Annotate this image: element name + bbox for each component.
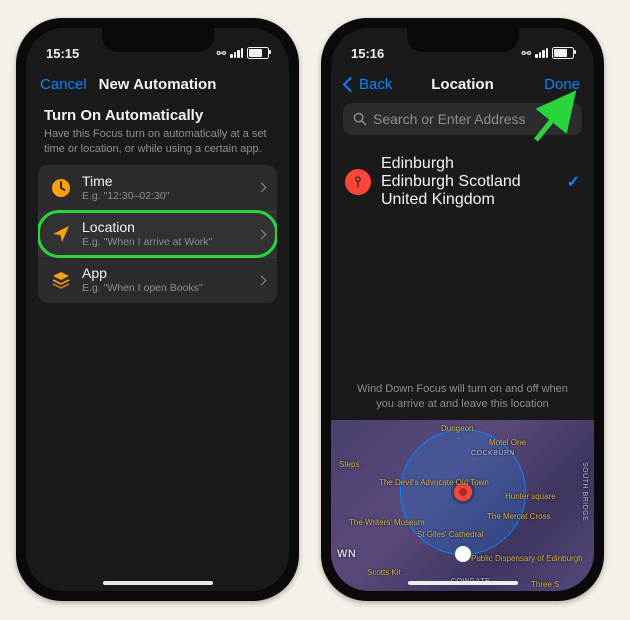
map-poi: Scotts Kit <box>367 568 401 577</box>
chevron-left-icon <box>343 77 359 93</box>
map-poi: Motel One <box>489 438 526 447</box>
phone-left: 15:15 ⚯ Cancel New Automation Turn On Au… <box>16 18 299 601</box>
radius-handle[interactable] <box>455 546 471 562</box>
nav-bar: Back Location Done <box>331 68 594 103</box>
result-title: Edinburgh <box>381 155 557 173</box>
notch <box>407 28 519 52</box>
status-time: 15:15 <box>46 46 79 61</box>
bottom-pane: Wind Down Focus will turn on and off whe… <box>331 376 594 591</box>
home-indicator[interactable] <box>103 581 213 585</box>
signal-icon <box>230 48 243 58</box>
row-time[interactable]: Time E.g. "12:30–02:30" <box>38 165 277 211</box>
signal-icon <box>535 48 548 58</box>
row-app-label: App <box>82 265 248 281</box>
map-road: COCKBURN <box>471 450 515 457</box>
stack-icon <box>50 269 72 291</box>
map-poi: Dungeon <box>441 424 473 433</box>
location-result[interactable]: Edinburgh Edinburgh Scotland United King… <box>331 147 594 217</box>
map-road: SOUTH BRIDGE <box>581 462 588 521</box>
screen-left: 15:15 ⚯ Cancel New Automation Turn On Au… <box>26 28 289 591</box>
row-time-sub: E.g. "12:30–02:30" <box>82 190 248 203</box>
status-indicators: ⚯ <box>522 47 574 60</box>
map-road: WN <box>337 548 356 560</box>
cancel-button[interactable]: Cancel <box>40 76 87 93</box>
automation-group: Time E.g. "12:30–02:30" Location E.g. "W… <box>38 165 277 304</box>
screen-right: 15:16 ⚯ Back Location Done Search or Ent… <box>331 28 594 591</box>
battery-icon <box>552 47 574 59</box>
chevron-right-icon <box>257 275 267 285</box>
checkmark-icon: ✓ <box>567 172 580 192</box>
row-location-label: Location <box>82 219 248 235</box>
row-time-label: Time <box>82 173 248 189</box>
search-icon <box>353 112 367 126</box>
geofence-hint: Wind Down Focus will turn on and off whe… <box>331 376 594 420</box>
home-indicator[interactable] <box>408 581 518 585</box>
map-poi: Public Dispensary of Edinburgh <box>471 554 583 563</box>
done-button[interactable]: Done <box>534 76 580 93</box>
map-poi: St Giles' Cathedral <box>417 530 483 539</box>
row-app[interactable]: App E.g. "When I open Books" <box>38 257 277 303</box>
nav-bar: Cancel New Automation <box>26 68 289 103</box>
phone-right: 15:16 ⚯ Back Location Done Search or Ent… <box>321 18 604 601</box>
section-subtitle: Have this Focus turn on automatically at… <box>44 127 271 157</box>
map-poi: The Writers' Museum <box>349 518 425 527</box>
chevron-right-icon <box>257 183 267 193</box>
map-poi: Steps <box>339 460 359 469</box>
clock-icon <box>50 177 72 199</box>
map-poi: Hunter square <box>505 492 556 501</box>
status-time: 15:16 <box>351 46 384 61</box>
status-indicators: ⚯ <box>217 47 269 60</box>
search-placeholder: Search or Enter Address <box>373 111 526 127</box>
row-app-sub: E.g. "When I open Books" <box>82 282 248 295</box>
map-poi: Three S <box>531 580 559 589</box>
map-poi: The Mercat Cross <box>487 512 551 521</box>
map-poi: The Devil's Advocate Old Town <box>379 478 489 487</box>
notch <box>102 28 214 52</box>
row-location[interactable]: Location E.g. "When I arrive at Work" <box>38 211 277 257</box>
map-pin-icon <box>345 169 371 195</box>
back-label: Back <box>359 76 392 93</box>
result-subtitle: Edinburgh Scotland United Kingdom <box>381 173 557 209</box>
nav-arrow-icon <box>50 223 72 245</box>
back-button[interactable]: Back <box>345 76 392 93</box>
link-icon: ⚯ <box>522 47 531 60</box>
row-location-sub: E.g. "When I arrive at Work" <box>82 236 248 249</box>
search-field[interactable]: Search or Enter Address <box>343 103 582 135</box>
section-title: Turn On Automatically <box>44 107 271 124</box>
section-header: Turn On Automatically Have this Focus tu… <box>38 103 277 165</box>
map-view[interactable]: The Devil's Advocate Old Town The Writer… <box>331 420 594 591</box>
link-icon: ⚯ <box>217 47 226 60</box>
chevron-right-icon <box>257 229 267 239</box>
battery-icon <box>247 47 269 59</box>
